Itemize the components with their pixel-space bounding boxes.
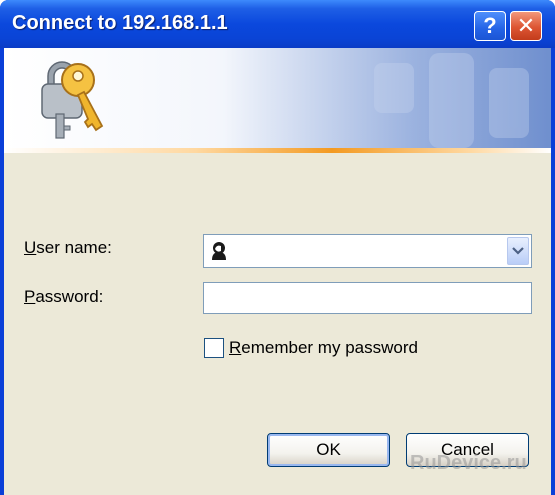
username-label: User name: bbox=[24, 238, 112, 257]
remember-password-checkbox[interactable] bbox=[204, 338, 224, 358]
user-icon bbox=[212, 242, 226, 260]
chevron-down-icon bbox=[512, 247, 524, 255]
help-icon: ? bbox=[483, 13, 497, 38]
help-button[interactable]: ? bbox=[474, 11, 506, 41]
ok-button[interactable]: OK bbox=[267, 433, 390, 467]
banner-watermark-keys-icon bbox=[374, 53, 529, 148]
username-dropdown-button[interactable] bbox=[507, 237, 529, 265]
keys-icon bbox=[41, 61, 104, 139]
dialog-body: User name: Password: Remember my passwor… bbox=[4, 48, 551, 495]
banner bbox=[4, 48, 551, 153]
username-combobox[interactable] bbox=[203, 234, 532, 268]
close-button[interactable]: ✕ bbox=[510, 11, 542, 41]
login-dialog: Connect to 192.168.1.1 ? ✕ User name: Pa… bbox=[0, 0, 555, 495]
password-label: Password: bbox=[24, 287, 104, 306]
password-field[interactable] bbox=[203, 282, 532, 314]
window-title: Connect to 192.168.1.1 bbox=[12, 12, 228, 34]
title-bar[interactable]: Connect to 192.168.1.1 ? ✕ bbox=[0, 0, 555, 48]
close-icon: ✕ bbox=[516, 13, 536, 38]
site-watermark: RuDevice.ru bbox=[410, 452, 527, 474]
remember-password-label[interactable]: Remember my password bbox=[229, 338, 418, 358]
ok-button-label: OK bbox=[316, 440, 341, 459]
banner-accent-line bbox=[4, 148, 551, 153]
